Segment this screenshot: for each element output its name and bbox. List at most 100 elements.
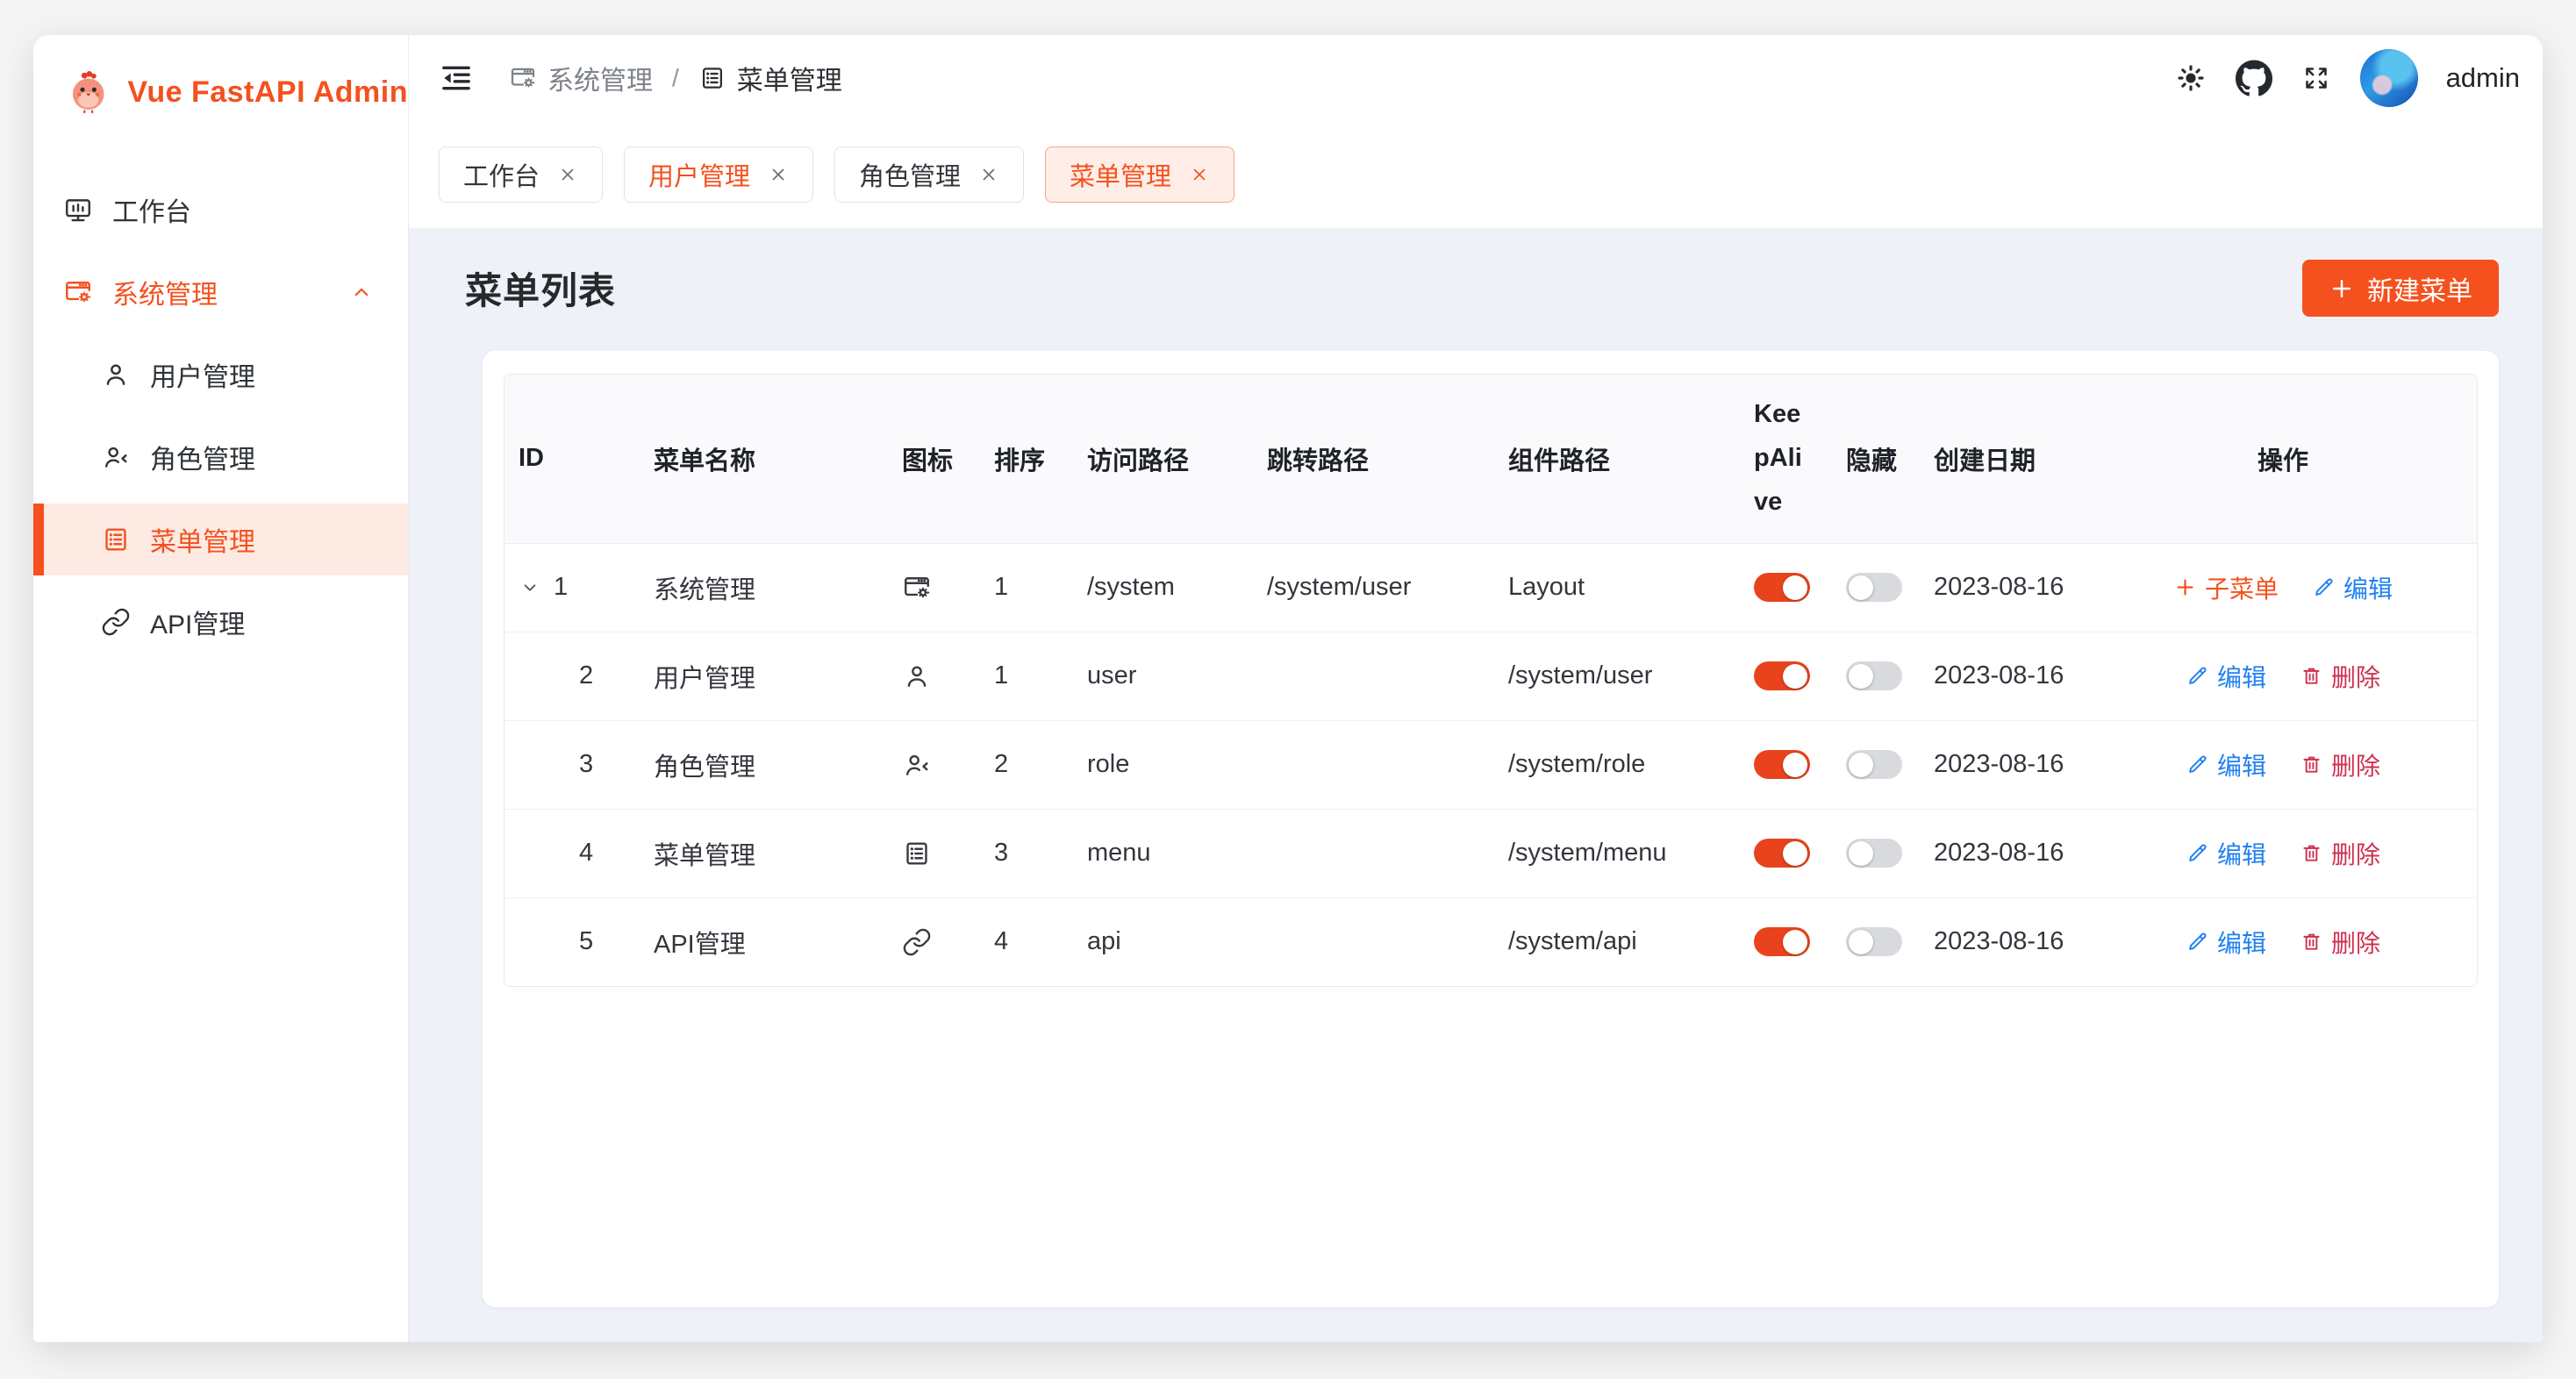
cell-path: api	[1057, 897, 1237, 986]
cell-order: 2	[961, 720, 1057, 809]
tab-workbench[interactable]: 工作台	[439, 146, 603, 203]
sidebar-item-menus[interactable]: 菜单管理	[33, 504, 408, 575]
expand-icon	[2301, 62, 2332, 94]
keepalive-toggle[interactable]	[1754, 927, 1810, 956]
cell-component: /system/role	[1478, 720, 1722, 809]
sidebar: Vue FastAPI Admin 工作台 系统管理 用户管理 角色管理	[33, 35, 409, 1342]
toggle-knob	[1783, 575, 1807, 600]
hidden-toggle[interactable]	[1846, 839, 1902, 868]
delete-button[interactable]: 删除	[2300, 925, 2380, 960]
hidden-toggle[interactable]	[1846, 927, 1902, 956]
tab-bar: 工作台 用户管理 角色管理 菜单管理	[409, 120, 2543, 228]
window-gear-icon	[902, 573, 932, 603]
app-logo[interactable]: Vue FastAPI Admin	[33, 35, 408, 149]
plus-icon	[2329, 275, 2355, 302]
breadcrumb-item-menus[interactable]: 菜单管理	[698, 59, 842, 97]
cell-created: 2023-08-16	[1905, 897, 2089, 986]
edit-button[interactable]: 编辑	[2186, 659, 2266, 694]
cell-redirect	[1237, 809, 1478, 897]
app-title: Vue FastAPI Admin	[127, 75, 408, 110]
cell-name: 角色管理	[627, 720, 877, 809]
trash-icon	[2300, 664, 2323, 688]
sidebar-item-workbench[interactable]: 工作台	[33, 174, 408, 246]
sidebar-item-label: 工作台	[112, 190, 191, 229]
tab-close-icon[interactable]	[768, 164, 789, 185]
github-link[interactable]	[2236, 60, 2272, 96]
toggle-knob	[1849, 575, 1873, 600]
col-header-actions: 操作	[2089, 375, 2477, 543]
keepalive-toggle[interactable]	[1754, 661, 1810, 690]
trash-icon	[2300, 841, 2323, 865]
col-header-icon: 图标	[877, 375, 961, 543]
sidebar-item-label: 系统管理	[112, 273, 218, 311]
cell-id: 1	[554, 573, 568, 602]
new-menu-button[interactable]: 新建菜单	[2302, 260, 2499, 317]
cell-component: Layout	[1478, 543, 1722, 632]
breadcrumb: 系统管理 / 菜单管理	[509, 59, 842, 97]
user-icon	[101, 360, 131, 389]
cell-id: 3	[519, 750, 593, 778]
hidden-toggle[interactable]	[1846, 573, 1902, 602]
chevron-up-icon	[348, 279, 375, 305]
cell-path: menu	[1057, 809, 1237, 897]
delete-button[interactable]: 删除	[2300, 747, 2380, 782]
delete-button[interactable]: 删除	[2300, 836, 2380, 871]
cell-redirect	[1237, 720, 1478, 809]
table-header-row: ID 菜单名称 图标 排序 访问路径 跳转路径 组件路径 KeepAlive 隐…	[504, 375, 2477, 543]
tab-users[interactable]: 用户管理	[624, 146, 813, 203]
table-row: 1 系统管理 1 /system /system/user Layout	[504, 543, 2477, 632]
role-icon	[902, 750, 932, 780]
tab-roles[interactable]: 角色管理	[834, 146, 1024, 203]
keepalive-toggle[interactable]	[1754, 750, 1810, 779]
edit-button[interactable]: 编辑	[2312, 570, 2393, 605]
col-header-id: ID	[504, 375, 627, 543]
table-row: 4 菜单管理 3 menu /system/menu 2023-08-16	[504, 809, 2477, 897]
cell-created: 2023-08-16	[1905, 632, 2089, 720]
cell-component: /system/menu	[1478, 809, 1722, 897]
sidebar-collapse-button[interactable]	[439, 61, 474, 96]
topbar: 系统管理 / 菜单管理 admin	[409, 35, 2543, 120]
tab-menus[interactable]: 菜单管理	[1045, 146, 1234, 203]
user-avatar[interactable]	[2360, 49, 2418, 107]
toggle-knob	[1849, 664, 1873, 689]
sidebar-item-system[interactable]: 系统管理	[33, 256, 408, 328]
col-header-component: 组件路径	[1478, 375, 1722, 543]
cell-name: 用户管理	[627, 632, 877, 720]
col-header-redirect: 跳转路径	[1237, 375, 1478, 543]
main-area: 系统管理 / 菜单管理 admin	[409, 35, 2543, 1342]
plug-icon	[101, 607, 131, 637]
table-row: 5 API管理 4 api /system/api 2023-08-16	[504, 897, 2477, 986]
delete-button[interactable]: 删除	[2300, 659, 2380, 694]
keepalive-toggle[interactable]	[1754, 573, 1810, 602]
breadcrumb-item-system[interactable]: 系统管理	[509, 59, 653, 97]
col-header-name: 菜单名称	[627, 375, 877, 543]
pencil-icon	[2312, 575, 2336, 599]
add-submenu-button[interactable]: 子菜单	[2173, 570, 2279, 605]
row-expand-icon[interactable]	[519, 576, 541, 599]
tab-close-icon[interactable]	[1189, 164, 1210, 185]
hidden-toggle[interactable]	[1846, 750, 1902, 779]
theme-toggle-button[interactable]	[2174, 61, 2207, 95]
edit-button[interactable]: 编辑	[2186, 747, 2266, 782]
edit-button[interactable]: 编辑	[2186, 836, 2266, 871]
tab-close-icon[interactable]	[978, 164, 999, 185]
tab-close-icon[interactable]	[557, 164, 578, 185]
sidebar-item-label: 菜单管理	[150, 520, 255, 559]
cell-component: /system/user	[1478, 632, 1722, 720]
edit-button[interactable]: 编辑	[2186, 925, 2266, 960]
cell-path: user	[1057, 632, 1237, 720]
plus-icon	[2173, 575, 2197, 599]
app-window: Vue FastAPI Admin 工作台 系统管理 用户管理 角色管理	[33, 35, 2543, 1342]
hidden-toggle[interactable]	[1846, 661, 1902, 690]
menu-list-icon	[902, 839, 932, 868]
fullscreen-button[interactable]	[2301, 62, 2332, 94]
pencil-icon	[2186, 664, 2209, 688]
menu-list-icon	[101, 525, 131, 554]
col-header-path: 访问路径	[1057, 375, 1237, 543]
keepalive-toggle[interactable]	[1754, 839, 1810, 868]
sidebar-item-users[interactable]: 用户管理	[33, 339, 408, 411]
trash-icon	[2300, 753, 2323, 776]
username-label[interactable]: admin	[2446, 62, 2520, 94]
sidebar-item-api[interactable]: API管理	[33, 586, 408, 658]
sidebar-item-roles[interactable]: 角色管理	[33, 421, 408, 493]
